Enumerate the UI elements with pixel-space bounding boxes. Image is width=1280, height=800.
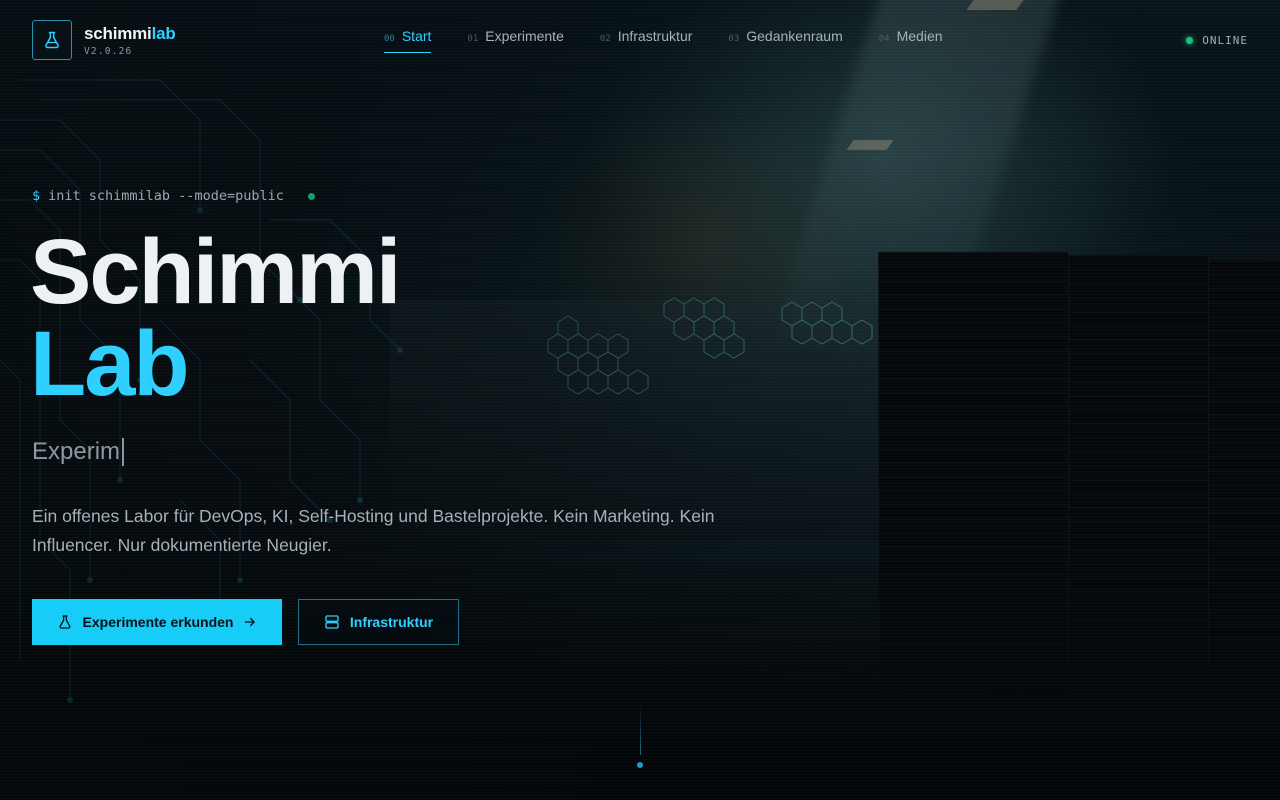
- hero-title-line1: Schimmi: [30, 221, 401, 323]
- nav-item-label: Start: [401, 28, 432, 44]
- scroll-indicator[interactable]: [637, 762, 643, 768]
- logo-name: schimmilab: [84, 24, 176, 44]
- infrastructure-button[interactable]: Infrastruktur: [298, 599, 459, 645]
- site-header: schimmilab V2.0.26 00 Start 01 Experimen…: [0, 0, 1280, 80]
- scroll-indicator-line: [640, 705, 641, 755]
- logo-mark: [32, 20, 72, 60]
- nav-item-number: 04: [878, 34, 890, 44]
- hero-description: Ein offenes Labor für DevOps, KI, Self-H…: [32, 506, 715, 555]
- version-label: V2.0.26: [84, 45, 133, 57]
- arrow-right-icon: [245, 617, 256, 627]
- logo-text: schimmilab V2.0.26: [84, 24, 176, 57]
- nav-item-label: Gedankenraum: [746, 28, 843, 44]
- terminal-status-dot: [307, 192, 315, 200]
- text-cursor: [122, 438, 125, 466]
- terminal-prompt: $: [32, 188, 41, 204]
- hero-title-line2: Lab: [30, 313, 190, 415]
- nav-item-number: 01: [467, 34, 479, 44]
- status-dot: [1186, 37, 1194, 44]
- typewriter-text: Experim: [32, 438, 121, 465]
- server-icon: [325, 615, 339, 629]
- nav-item-number: 02: [599, 34, 611, 44]
- nav-item-label: Medien: [896, 28, 943, 44]
- nav-item-label: Experimente: [485, 28, 564, 44]
- typewriter: Experim: [32, 438, 125, 466]
- hero-title: Schimmi Lab: [30, 221, 401, 415]
- nav-item-label: Infrastruktur: [617, 28, 693, 44]
- explore-experiments-button[interactable]: Experimente erkunden: [32, 599, 282, 645]
- status-label: ONLINE: [1202, 34, 1248, 47]
- nav-item-gedankenraum[interactable]: 03 Gedankenraum: [728, 28, 842, 53]
- infrastructure-label: Infrastruktur: [349, 614, 434, 630]
- nav-item-infrastruktur[interactable]: 02 Infrastruktur: [600, 28, 693, 53]
- logo-name-main: schimmi: [84, 23, 152, 43]
- nav-item-number: 03: [728, 34, 740, 44]
- terminal-command: $ init schimmilab --mode=public: [32, 188, 315, 204]
- explore-experiments-label: Experimente erkunden: [82, 614, 234, 630]
- nav-item-start[interactable]: 00 Start: [384, 28, 432, 53]
- flask-icon: [45, 31, 59, 49]
- logo[interactable]: schimmilab V2.0.26: [32, 20, 176, 60]
- nav-item-medien[interactable]: 04 Medien: [879, 28, 943, 53]
- nav-item-number: 00: [384, 34, 395, 44]
- logo-name-accent: lab: [151, 23, 176, 43]
- nav-item-experimente[interactable]: 01 Experimente: [467, 28, 563, 53]
- main-nav: 00 Start 01 Experimente 02 Infrastruktur…: [384, 28, 943, 53]
- terminal-command-text: init schimmilab --mode=public: [48, 188, 284, 204]
- status-indicator: ONLINE: [1186, 34, 1248, 47]
- flask-icon: [59, 615, 71, 629]
